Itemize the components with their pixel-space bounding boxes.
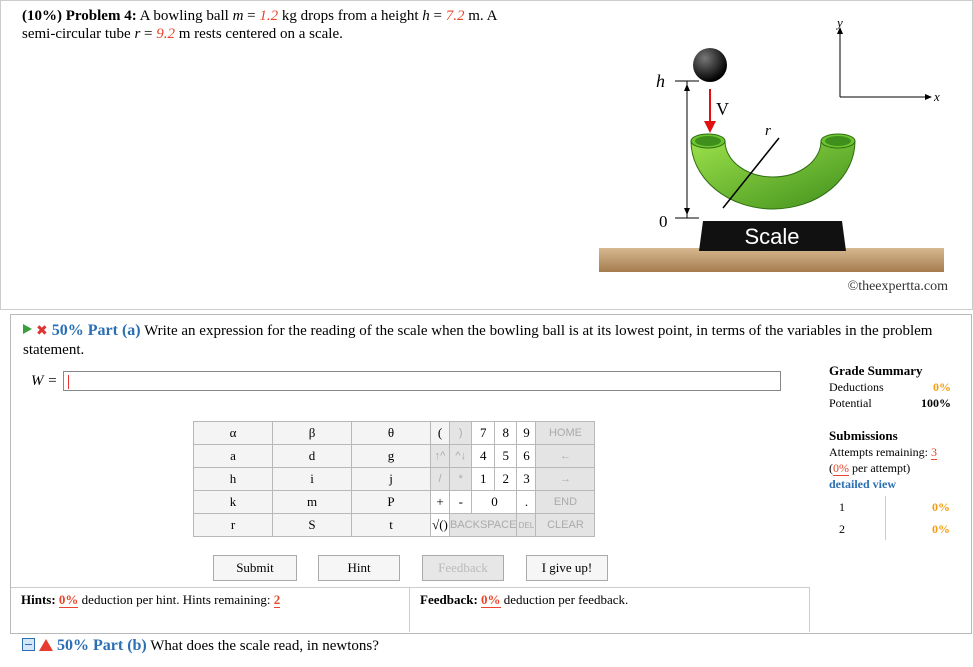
- key-backspace: BACKSPACE: [448, 513, 518, 537]
- key-clear: CLEAR: [535, 513, 596, 537]
- hint-button[interactable]: Hint: [318, 555, 400, 581]
- close-icon: ✖: [36, 323, 48, 339]
- key-left-arrow: ←: [535, 444, 596, 468]
- submissions-table: 1 0% 2 0%: [829, 496, 951, 540]
- key-alpha[interactable]: α: [193, 421, 273, 445]
- feedback-panel: Feedback: 0% deduction per feedback.: [410, 587, 810, 632]
- key-8[interactable]: 8: [493, 421, 518, 445]
- key-theta[interactable]: θ: [351, 421, 431, 445]
- hints-panel: Hints: 0% deduction per hint. Hints rema…: [11, 587, 410, 632]
- play-icon[interactable]: [23, 324, 32, 334]
- grade-summary: Grade Summary Deductions 0% Potential 100%…: [829, 363, 951, 540]
- bowling-ball-figure: Scale r h 0 V: [599, 48, 944, 272]
- copyright: ©theexpertta.com: [847, 279, 948, 294]
- part-a-question: Write an expression for the reading of t…: [23, 323, 933, 358]
- text-caret: [68, 375, 69, 389]
- floor: [599, 248, 944, 272]
- key-right-arrow: →: [535, 467, 596, 491]
- key-1[interactable]: 1: [471, 467, 495, 491]
- hints-label: Hints:: [21, 592, 56, 607]
- submit-button[interactable]: Submit: [213, 555, 297, 581]
- part-b-percent: 50% Part (b): [57, 637, 147, 654]
- key-divide: /: [430, 467, 450, 491]
- mass-value: 1.2: [259, 8, 279, 24]
- part-a-percent: 50% Part (a): [51, 322, 141, 339]
- part-b-panel: 50% Part (b) What does the scale read, i…: [10, 634, 970, 666]
- zero-label: 0: [659, 212, 668, 231]
- key-decimal[interactable]: .: [516, 490, 537, 514]
- potential-value: 100%: [921, 396, 951, 410]
- key-open-paren[interactable]: (: [430, 421, 450, 445]
- key-sqrt[interactable]: √(): [430, 513, 450, 537]
- key-close-paren: ): [448, 421, 473, 445]
- part-b-question: What does the scale read, in newtons?: [150, 638, 379, 654]
- key-6[interactable]: 6: [516, 444, 537, 468]
- key-g[interactable]: g: [351, 444, 431, 468]
- scale-label: Scale: [744, 224, 799, 249]
- key-r[interactable]: r: [193, 513, 273, 537]
- key-plus[interactable]: +: [430, 490, 450, 514]
- table-row: 2 0%: [829, 518, 951, 540]
- detailed-view-link[interactable]: detailed view: [829, 476, 951, 492]
- key-h[interactable]: h: [193, 467, 273, 491]
- radius-label: r: [765, 123, 771, 139]
- answer-label: W =: [31, 373, 58, 389]
- key-9[interactable]: 9: [516, 421, 537, 445]
- attempts-remaining: 3: [930, 445, 937, 460]
- table-row: 1 0%: [829, 496, 951, 518]
- key-5[interactable]: 5: [493, 444, 518, 468]
- key-4[interactable]: 4: [471, 444, 495, 468]
- per-attempt-deduction: 0%: [833, 461, 849, 476]
- warning-icon: [39, 639, 53, 651]
- keypad: α β θ ( ) 7 8 9 HOME a d g ↑^ ^↓ 4 5 6 ←…: [193, 421, 596, 537]
- collapse-icon[interactable]: [22, 638, 35, 651]
- feedback-label: Feedback:: [420, 592, 478, 607]
- key-t[interactable]: t: [351, 513, 431, 537]
- part-b-title[interactable]: 50% Part (b) What does the scale read, i…: [22, 637, 379, 655]
- key-del: DEL: [516, 513, 537, 537]
- key-end: END: [535, 490, 596, 514]
- y-axis-label: y: [836, 19, 843, 30]
- key-S[interactable]: S: [272, 513, 352, 537]
- problem-statement: (10%) Problem 4: A bowling ball m = 1.2 …: [22, 8, 498, 42]
- velocity-label: V: [716, 99, 729, 119]
- bowling-ball: [693, 48, 727, 82]
- grade-summary-title: Grade Summary: [829, 363, 923, 378]
- key-7[interactable]: 7: [471, 421, 495, 445]
- deductions-value: 0%: [933, 380, 951, 394]
- key-0[interactable]: 0: [471, 490, 518, 514]
- key-m[interactable]: m: [272, 490, 352, 514]
- problem-number: (10%) Problem 4:: [22, 8, 137, 24]
- problem-panel: (10%) Problem 4: A bowling ball m = 1.2 …: [0, 0, 973, 310]
- key-subscript: ^↓: [448, 444, 473, 468]
- part-a-title: ✖ 50% Part (a) Write an expression for th…: [23, 321, 953, 360]
- submissions-title: Submissions: [829, 428, 898, 443]
- answer-input[interactable]: [63, 371, 781, 391]
- key-a[interactable]: a: [193, 444, 273, 468]
- key-j[interactable]: j: [351, 467, 431, 491]
- key-superscript: ↑^: [430, 444, 450, 468]
- key-P[interactable]: P: [351, 490, 431, 514]
- key-beta[interactable]: β: [272, 421, 352, 445]
- key-2[interactable]: 2: [493, 467, 518, 491]
- hint-deduction: 0%: [58, 592, 79, 608]
- feedback-button: Feedback: [422, 555, 504, 581]
- key-d[interactable]: d: [272, 444, 352, 468]
- key-home: HOME: [535, 421, 596, 445]
- give-up-button[interactable]: I give up!: [526, 555, 608, 581]
- key-i[interactable]: i: [272, 467, 352, 491]
- key-multiply: *: [448, 467, 473, 491]
- height-value: 7.2: [445, 8, 465, 24]
- key-3[interactable]: 3: [516, 467, 537, 491]
- key-k[interactable]: k: [193, 490, 273, 514]
- part-a-panel: ✖ 50% Part (a) Write an expression for th…: [10, 314, 972, 634]
- feedback-deduction: 0%: [481, 592, 501, 608]
- h-label: h: [656, 71, 665, 91]
- radius-value: 9.2: [156, 26, 176, 42]
- hints-remaining: 2: [273, 592, 281, 608]
- key-minus[interactable]: -: [448, 490, 473, 514]
